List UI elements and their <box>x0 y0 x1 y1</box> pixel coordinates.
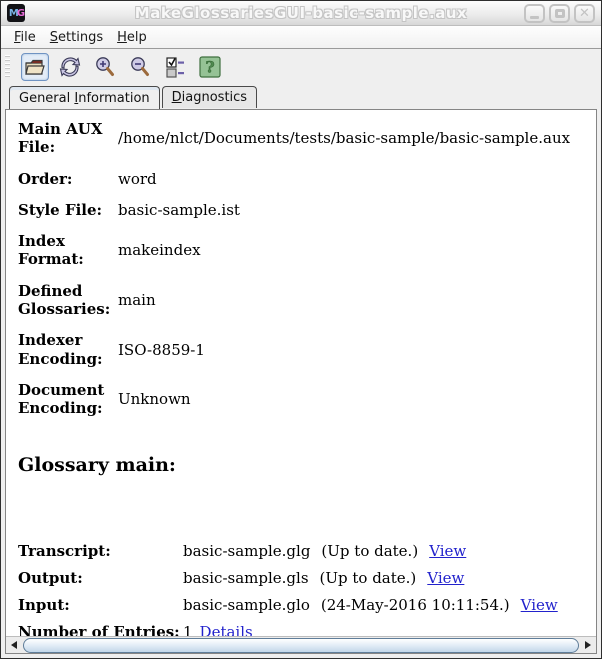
help-button[interactable]: ? <box>196 53 224 81</box>
row-label: Input: <box>18 595 70 614</box>
scroll-right-button[interactable] <box>580 637 596 654</box>
view-output-link[interactable]: View <box>427 569 464 587</box>
glossary-row-entries: Number of Entries: 1 Details <box>18 623 596 636</box>
file-name: basic-sample.glg <box>183 541 311 560</box>
field-style-file: Style File: basic-sample.ist <box>18 201 596 219</box>
close-button[interactable]: ✕ <box>574 3 595 23</box>
field-label: Document Encoding: <box>18 380 105 418</box>
field-label: Order: <box>18 169 73 188</box>
close-icon: ✕ <box>579 5 590 21</box>
maximize-button[interactable] <box>549 3 570 23</box>
tab-diagnostics[interactable]: Diagnostics <box>161 86 258 108</box>
entry-count: 1 <box>183 622 193 636</box>
glossary-file-table: Transcript: basic-sample.glg (Up to date… <box>18 542 596 636</box>
field-label: Defined Glossaries: <box>18 281 111 319</box>
field-label: Index Format: <box>18 232 84 269</box>
general-information-panel: Main AUX File: /home/nlct/Documents/test… <box>6 110 596 636</box>
field-label: Main AUX File: <box>18 120 103 157</box>
open-file-icon <box>25 59 45 75</box>
field-value: main <box>118 290 156 309</box>
toolbar: ? <box>1 49 601 84</box>
scrollpane: Main AUX File: /home/nlct/Documents/test… <box>5 109 597 654</box>
menubar: File Settings Help <box>1 26 601 49</box>
glossary-main-heading: Glossary main: <box>18 453 176 476</box>
window-menu-icon[interactable]: MG <box>7 4 25 22</box>
reload-button[interactable] <box>56 53 84 81</box>
view-input-link[interactable]: View <box>521 596 558 614</box>
window-controls: ✕ <box>524 3 595 23</box>
scroll-left-button[interactable] <box>6 637 22 654</box>
file-name: basic-sample.glo <box>183 595 310 614</box>
arrow-right-icon <box>585 641 591 649</box>
horizontal-scrollbar <box>6 636 596 653</box>
field-value: basic-sample.ist <box>118 200 240 219</box>
details-link[interactable]: Details <box>200 623 253 636</box>
minimize-icon <box>530 15 539 19</box>
file-status: (Up to date.) <box>321 541 419 560</box>
maximize-icon <box>554 8 565 18</box>
zoom-in-button[interactable] <box>91 53 119 81</box>
zoom-in-icon <box>96 56 114 76</box>
file-status: (24-May-2016 10:11:54.) <box>320 595 510 614</box>
window-title: MakeGlossariesGUI-basic-sample.aux <box>134 4 468 22</box>
tab-bar: General Information Diagnostics <box>1 84 601 109</box>
zoom-out-button[interactable] <box>126 53 154 81</box>
menu-file[interactable]: File <box>7 28 43 47</box>
glossary-row-transcript: Transcript: basic-sample.glg (Up to date… <box>18 542 596 560</box>
app-window: MG MakeGlossariesGUI-basic-sample.aux ✕ … <box>0 0 602 659</box>
app-logo-g: G <box>16 7 25 19</box>
row-label: Transcript: <box>18 541 111 560</box>
field-index-format: Index Format: makeindex <box>18 232 596 269</box>
view-transcript-link[interactable]: View <box>429 542 466 560</box>
glossary-row-input: Input: basic-sample.glo (24-May-2016 10:… <box>18 596 596 614</box>
row-label: Output: <box>18 568 83 587</box>
svg-text:?: ? <box>205 57 214 76</box>
scrollbar-thumb[interactable] <box>23 637 579 653</box>
field-value: Unknown <box>118 390 191 409</box>
open-file-button[interactable] <box>21 52 49 81</box>
tab-content-frame: Main AUX File: /home/nlct/Documents/test… <box>1 108 601 658</box>
field-value: ISO-8859-1 <box>118 340 205 359</box>
glossary-row-output: Output: basic-sample.gls (Up to date.) V… <box>18 569 596 587</box>
reload-icon <box>59 56 81 77</box>
field-value: /home/nlct/Documents/tests/basic-sample/… <box>118 129 571 148</box>
app-logo-m: M <box>8 7 19 19</box>
select-entries-button[interactable] <box>161 53 189 81</box>
field-main-aux-file: Main AUX File: /home/nlct/Documents/test… <box>18 120 596 157</box>
titlebar: MG MakeGlossariesGUI-basic-sample.aux ✕ <box>1 1 601 26</box>
menu-settings[interactable]: Settings <box>43 28 110 47</box>
menu-help[interactable]: Help <box>110 28 154 47</box>
field-label: Indexer Encoding: <box>18 331 103 368</box>
field-value: word <box>118 169 157 188</box>
field-defined-glossaries: Defined Glossaries: main <box>18 282 596 319</box>
field-value: makeindex <box>118 241 201 260</box>
select-entries-icon <box>166 56 184 78</box>
field-document-encoding: Document Encoding: Unknown <box>18 381 596 418</box>
tab-general-information[interactable]: General Information <box>9 86 160 109</box>
file-status: (Up to date.) <box>319 568 417 587</box>
field-order: Order: word <box>18 170 596 188</box>
row-label: Number of Entries: <box>18 622 180 636</box>
toolbar-drag-handle[interactable] <box>5 54 10 79</box>
field-indexer-encoding: Indexer Encoding: ISO-8859-1 <box>18 331 596 368</box>
zoom-out-icon <box>131 56 149 76</box>
minimize-button[interactable] <box>524 3 545 23</box>
field-label: Style File: <box>18 200 103 219</box>
arrow-left-icon <box>11 641 17 649</box>
file-name: basic-sample.gls <box>183 568 309 587</box>
help-icon: ? <box>199 55 221 78</box>
